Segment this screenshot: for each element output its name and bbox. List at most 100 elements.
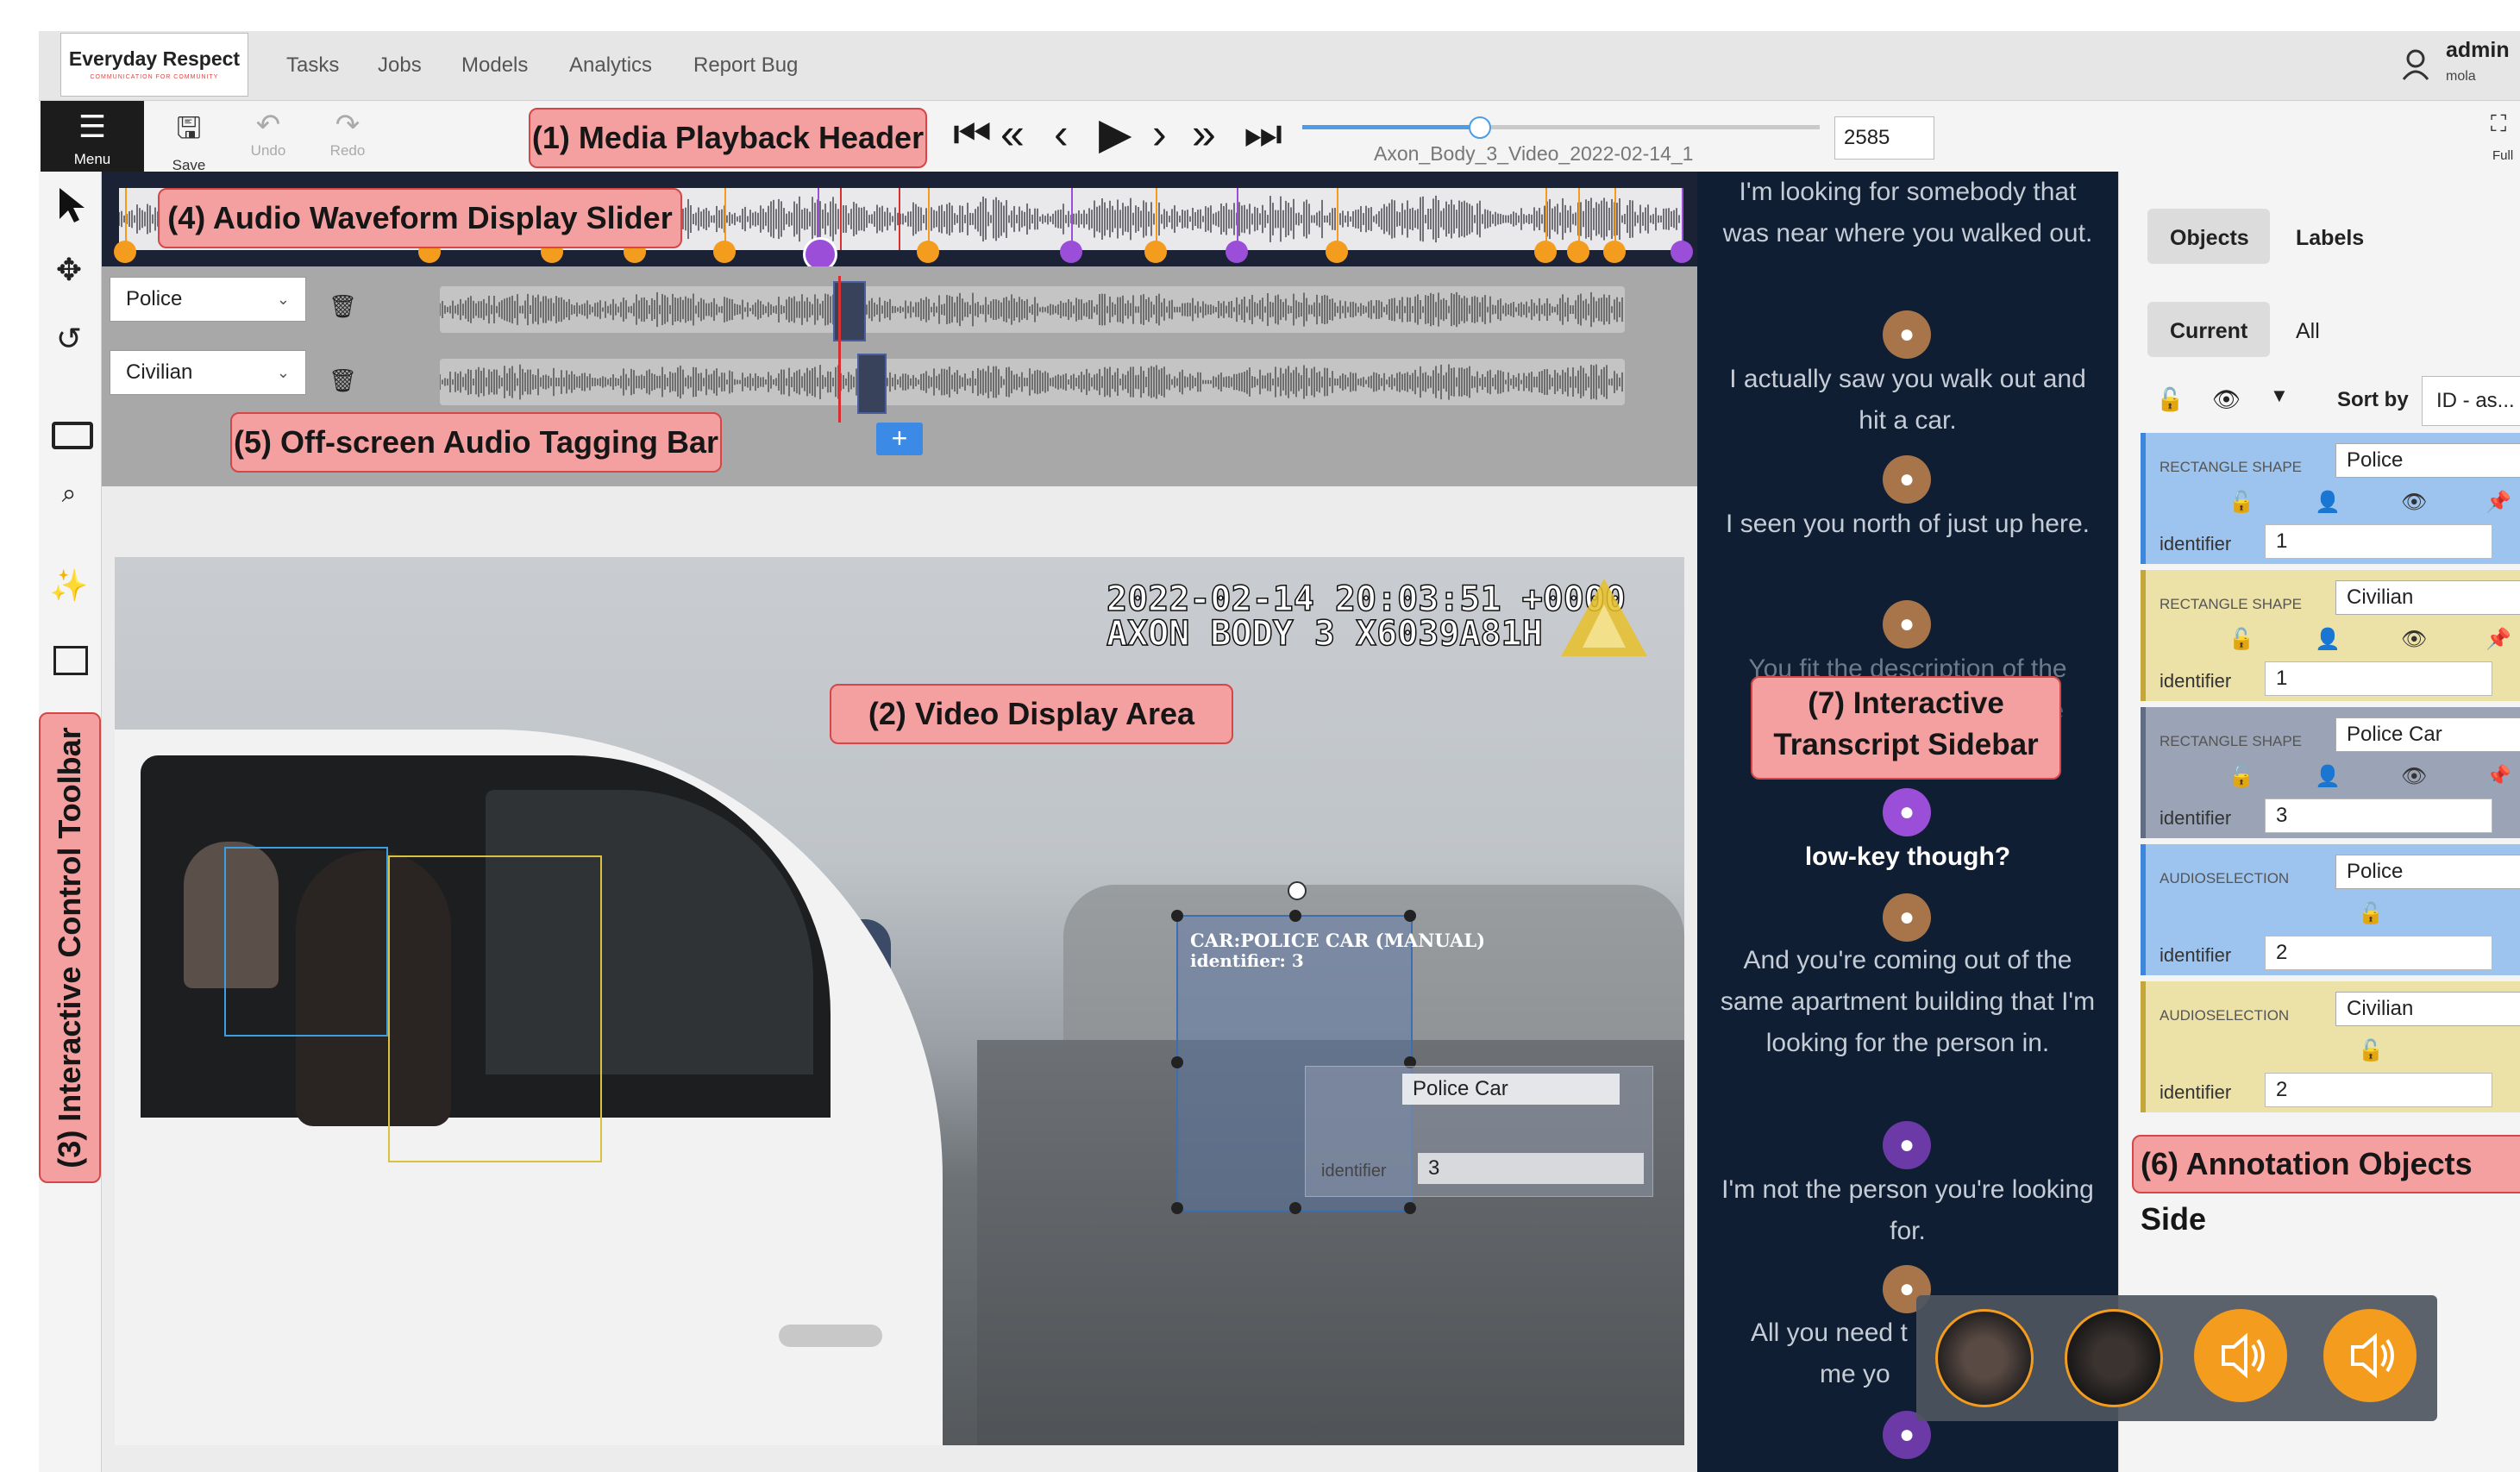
- waveform-marker[interactable]: [1060, 241, 1082, 263]
- step-back-icon[interactable]: ‹: [1054, 112, 1069, 155]
- brand-logo[interactable]: Everyday Respect COMMUNICATION FOR COMMU…: [60, 33, 248, 97]
- civilian-audio-track[interactable]: [439, 354, 1625, 414]
- nav-report-bug[interactable]: Report Bug: [693, 53, 798, 78]
- waveform-marker[interactable]: [1144, 241, 1167, 263]
- unlock-icon[interactable]: 🔓: [2229, 490, 2254, 515]
- police-participant-thumbnail[interactable]: [1935, 1309, 2034, 1407]
- user-icon[interactable]: 👤: [2315, 764, 2341, 789]
- rotate-handle[interactable]: [1288, 881, 1307, 900]
- eye-icon[interactable]: 👁: [2401, 490, 2427, 515]
- resize-handle[interactable]: [1289, 1202, 1301, 1214]
- object-card-identifier-input[interactable]: 1: [2265, 524, 2492, 559]
- popup-identifier-input[interactable]: 3: [1418, 1153, 1644, 1184]
- pin-icon[interactable]: 📌: [2486, 627, 2511, 652]
- unlock-icon[interactable]: 🔓: [2229, 764, 2254, 789]
- civilian-audio-selection[interactable]: [857, 354, 887, 414]
- fullscreen-icon[interactable]: ⛶: [2491, 110, 2506, 138]
- waveform-marker[interactable]: [114, 241, 136, 263]
- object-card-identifier-input[interactable]: 3: [2265, 799, 2492, 833]
- cursor-icon[interactable]: [47, 183, 91, 226]
- transcript-line[interactable]: I seen you north of just up here.: [1716, 504, 2099, 545]
- rotate-icon[interactable]: ↺: [47, 321, 91, 364]
- transcript-line[interactable]: And you're coming out of the same apartm…: [1716, 940, 2099, 1064]
- object-card-identifier-input[interactable]: 2: [2265, 936, 2492, 970]
- object-card[interactable]: AUDIOSELECTION Civilian 🔓 identifier 2: [2141, 981, 2520, 1112]
- unlock-icon[interactable]: 🔓: [2156, 386, 2184, 413]
- subtab-current[interactable]: Current: [2147, 302, 2270, 357]
- play-icon[interactable]: ▶: [1099, 112, 1131, 155]
- unlock-icon[interactable]: 🔓: [2358, 1038, 2384, 1063]
- object-card[interactable]: AUDIOSELECTION Police 🔓 identifier 2: [2141, 844, 2520, 975]
- rectangle-icon[interactable]: [52, 422, 93, 449]
- bounding-box-icon[interactable]: [53, 646, 88, 675]
- unlock-icon[interactable]: 🔓: [2229, 627, 2254, 652]
- resize-handle[interactable]: [1289, 910, 1301, 922]
- police-audio-track[interactable]: [439, 281, 1625, 341]
- menu-button[interactable]: ☰ Menu: [41, 101, 144, 172]
- move-icon[interactable]: ✥: [47, 252, 91, 295]
- eye-icon[interactable]: 👁: [2212, 386, 2241, 413]
- transcript-line[interactable]: I'm looking for somebody that was near w…: [1716, 172, 2099, 254]
- nav-models[interactable]: Models: [461, 53, 528, 78]
- tab-objects[interactable]: Objects: [2147, 209, 2270, 264]
- speaker-audio-button[interactable]: [2194, 1309, 2287, 1402]
- resize-handle[interactable]: [1404, 1202, 1416, 1214]
- popup-label-select[interactable]: Police Car: [1402, 1074, 1620, 1105]
- step-forward-icon[interactable]: ›: [1152, 112, 1167, 155]
- police-bounding-box[interactable]: [224, 847, 388, 1037]
- user-icon[interactable]: [2401, 48, 2430, 81]
- waveform-marker[interactable]: [1603, 241, 1626, 263]
- unlock-icon[interactable]: 🔓: [2358, 901, 2384, 926]
- eye-icon[interactable]: 👁: [2401, 627, 2427, 652]
- magic-wand-icon[interactable]: ✨: [47, 567, 91, 611]
- transcript-line-active[interactable]: low-key though?: [1716, 836, 2099, 878]
- pin-icon[interactable]: 📌: [2486, 490, 2511, 515]
- transcript-line[interactable]: I'm not the person you're looking for.: [1716, 1169, 2099, 1252]
- add-tag-button[interactable]: +: [876, 423, 923, 455]
- object-card-label-select[interactable]: Police: [2335, 855, 2520, 889]
- object-card-label-select[interactable]: Civilian: [2335, 580, 2520, 615]
- waveform-marker[interactable]: [1534, 241, 1557, 263]
- fast-back-icon[interactable]: «: [1000, 112, 1025, 155]
- speaker-audio-button[interactable]: [2323, 1309, 2417, 1402]
- frame-number-input[interactable]: 2585: [1834, 116, 1934, 160]
- object-card-identifier-input[interactable]: 1: [2265, 661, 2492, 696]
- resize-handle[interactable]: [1171, 1056, 1183, 1068]
- nav-tasks[interactable]: Tasks: [286, 53, 339, 78]
- user-icon[interactable]: 👤: [2315, 627, 2341, 652]
- save-button[interactable]: 🖫 Save: [150, 101, 228, 173]
- civilian-bounding-box[interactable]: [388, 855, 602, 1162]
- trash-icon[interactable]: 🗑: [329, 367, 357, 394]
- subtab-all[interactable]: All: [2296, 319, 2320, 344]
- object-card-label-select[interactable]: Civilian: [2335, 992, 2520, 1026]
- resize-handle[interactable]: [1171, 1202, 1183, 1214]
- playback-slider[interactable]: [1302, 116, 1820, 139]
- object-card-label-select[interactable]: Police Car: [2335, 717, 2520, 752]
- redo-button[interactable]: ↷ Redo: [309, 101, 386, 172]
- waveform-marker[interactable]: [917, 241, 939, 263]
- speaker-select-civilian[interactable]: Civilian ⌄: [110, 350, 306, 395]
- transcript-line[interactable]: I actually saw you walk out and hit a ca…: [1716, 359, 2099, 442]
- trash-icon[interactable]: 🗑: [329, 293, 357, 320]
- fast-forward-icon[interactable]: »: [1192, 112, 1216, 155]
- zoom-region-icon[interactable]: ⌕: [47, 479, 91, 523]
- object-card-identifier-input[interactable]: 2: [2265, 1073, 2492, 1107]
- resize-handle[interactable]: [1171, 910, 1183, 922]
- object-card[interactable]: RECTANGLE SHAPE Police Car 🔓 👤 👁 📌 identifier 3: [2141, 707, 2520, 838]
- waveform-marker[interactable]: [1567, 241, 1589, 263]
- skip-start-icon[interactable]: ⏮: [953, 112, 992, 155]
- waveform-marker[interactable]: [713, 241, 736, 263]
- waveform-marker[interactable]: [1671, 241, 1693, 263]
- pin-icon[interactable]: 📌: [2486, 764, 2511, 789]
- user-icon[interactable]: 👤: [2315, 490, 2341, 515]
- transcript-line[interactable]: All you need t: [1751, 1312, 1923, 1354]
- waveform-marker[interactable]: [1226, 241, 1248, 263]
- object-card[interactable]: RECTANGLE SHAPE Civilian 🔓 👤 👁 📌 identifier 1: [2141, 570, 2520, 701]
- waveform-marker[interactable]: [1326, 241, 1348, 263]
- civilian-participant-thumbnail[interactable]: [2065, 1309, 2163, 1407]
- undo-button[interactable]: ↶ Undo: [229, 101, 307, 172]
- speaker-select-police[interactable]: Police ⌄: [110, 277, 306, 322]
- nav-jobs[interactable]: Jobs: [378, 53, 422, 78]
- nav-analytics[interactable]: Analytics: [569, 53, 652, 78]
- object-popup[interactable]: Police Car identifier 3: [1305, 1066, 1653, 1197]
